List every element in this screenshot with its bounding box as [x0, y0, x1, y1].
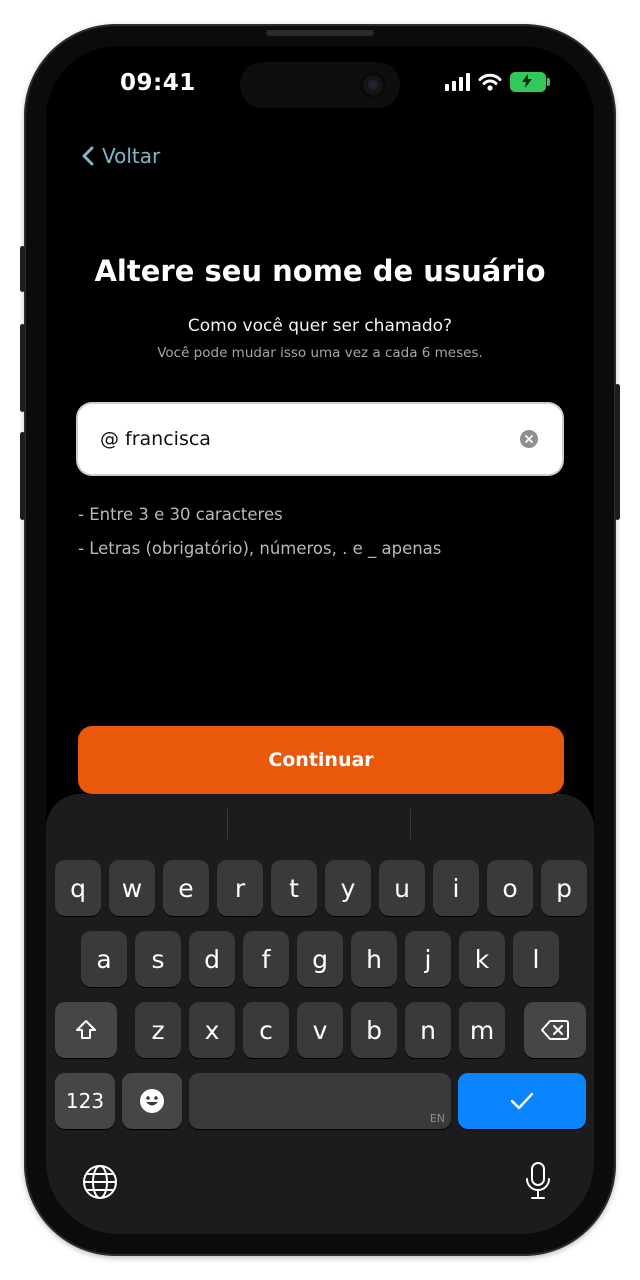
speaker-grille	[266, 30, 374, 36]
shift-icon	[76, 1020, 96, 1039]
keyboard: q w e r t y u i o p a s d f g h j k l z …	[46, 794, 594, 1234]
key-y[interactable]: y	[325, 860, 371, 916]
key-z[interactable]: z	[135, 1002, 181, 1058]
page-title: Altere seu nome de usuário	[94, 254, 546, 288]
emoji-key[interactable]	[122, 1073, 182, 1129]
backspace-key[interactable]	[524, 1002, 586, 1058]
key-o[interactable]: o	[487, 860, 533, 916]
action-button	[20, 246, 25, 292]
language-badge: EN	[429, 1112, 445, 1125]
continue-button[interactable]: Continuar	[78, 726, 564, 794]
key-d[interactable]: d	[189, 931, 235, 987]
key-w[interactable]: w	[109, 860, 155, 916]
microphone-icon[interactable]	[524, 1161, 552, 1205]
screen: 09:41 Voltar Altere seu nome de usuário …	[46, 46, 594, 1234]
key-p[interactable]: p	[541, 860, 587, 916]
key-k[interactable]: k	[459, 931, 505, 987]
rule-length: - Entre 3 e 30 caracteres	[78, 505, 283, 524]
change-limit-hint: Você pode mudar isso uma vez a cada 6 me…	[157, 345, 483, 361]
key-g[interactable]: g	[297, 931, 343, 987]
back-label: Voltar	[102, 144, 161, 168]
numbers-key[interactable]: 123	[55, 1073, 115, 1129]
key-r[interactable]: r	[217, 860, 263, 916]
page-subtitle: Como você quer ser chamado?	[187, 316, 453, 336]
key-i[interactable]: i	[433, 860, 479, 916]
suggestion-divider	[227, 809, 228, 839]
power-button	[615, 384, 620, 520]
status-icons	[445, 72, 550, 92]
key-t[interactable]: t	[271, 860, 317, 916]
done-key[interactable]	[458, 1073, 586, 1129]
key-u[interactable]: u	[379, 860, 425, 916]
checkmark-icon	[510, 1092, 534, 1110]
shift-key[interactable]	[55, 1002, 117, 1058]
back-chevron-icon	[82, 146, 94, 166]
key-a[interactable]: a	[81, 931, 127, 987]
space-key[interactable]: EN	[189, 1073, 451, 1129]
key-b[interactable]: b	[351, 1002, 397, 1058]
wifi-icon	[478, 73, 502, 91]
backspace-icon	[541, 1020, 569, 1040]
username-rules: - Entre 3 e 30 caracteres - Letras (obri…	[78, 498, 441, 566]
back-button[interactable]: Voltar	[82, 144, 160, 168]
globe-icon[interactable]	[82, 1164, 118, 1204]
emoji-icon	[140, 1089, 164, 1113]
key-c[interactable]: c	[243, 1002, 289, 1058]
username-input[interactable]: @ francisca	[78, 404, 562, 474]
key-j[interactable]: j	[405, 931, 451, 987]
suggestion-divider	[410, 809, 411, 839]
key-f[interactable]: f	[243, 931, 289, 987]
volume-up-button	[20, 324, 25, 412]
rule-characters: - Letras (obrigatório), números, . e _ a…	[78, 539, 442, 558]
camera-icon	[360, 72, 386, 98]
key-m[interactable]: m	[459, 1002, 505, 1058]
key-e[interactable]: e	[163, 860, 209, 916]
clear-icon[interactable]	[520, 430, 538, 448]
key-l[interactable]: l	[513, 931, 559, 987]
dynamic-island	[240, 62, 400, 108]
key-v[interactable]: v	[297, 1002, 343, 1058]
signal-icon	[445, 73, 470, 91]
key-n[interactable]: n	[405, 1002, 451, 1058]
status-time: 09:41	[120, 70, 196, 96]
key-s[interactable]: s	[135, 931, 181, 987]
battery-charging-icon	[510, 72, 550, 92]
key-h[interactable]: h	[351, 931, 397, 987]
key-x[interactable]: x	[189, 1002, 235, 1058]
username-value: @ francisca	[100, 428, 211, 450]
volume-down-button	[20, 432, 25, 520]
key-q[interactable]: q	[55, 860, 101, 916]
